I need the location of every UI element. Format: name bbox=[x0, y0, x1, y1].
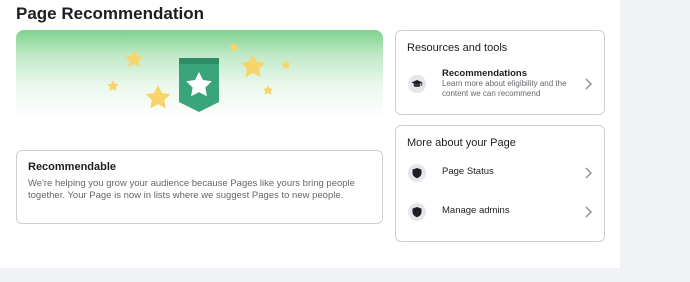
more-about-page-card: More about your Page Page Status Manage … bbox=[395, 125, 605, 242]
shield-icon bbox=[408, 203, 426, 221]
resources-card: Resources and tools Recommendations Lear… bbox=[395, 30, 605, 115]
chevron-right-icon bbox=[585, 167, 592, 179]
star-icon bbox=[107, 80, 119, 91]
hero-illustration bbox=[107, 42, 291, 112]
status-title: Recommendable bbox=[28, 161, 117, 173]
status-description: We're helping you grow your audience bec… bbox=[28, 178, 355, 201]
resources-heading: Resources and tools bbox=[407, 42, 508, 54]
more-heading: More about your Page bbox=[407, 137, 516, 149]
star-icon bbox=[281, 60, 291, 70]
graduation-cap-icon bbox=[408, 75, 426, 93]
chevron-right-icon bbox=[585, 78, 592, 90]
star-icon bbox=[125, 50, 143, 67]
badge-icon bbox=[179, 58, 219, 112]
chevron-right-icon bbox=[585, 206, 592, 218]
manage-admins-label: Manage admins bbox=[442, 205, 510, 216]
page-status-label: Page Status bbox=[442, 166, 494, 177]
shield-icon bbox=[408, 164, 426, 182]
recommendable-status-card: Recommendable We're helping you grow you… bbox=[16, 150, 383, 224]
star-icon bbox=[228, 42, 240, 52]
recommendations-label: Recommendations bbox=[442, 68, 527, 79]
recommendations-sublabel: Learn more about eligibility and the con… bbox=[442, 79, 567, 98]
hero-banner bbox=[16, 30, 383, 128]
manage-admins-link[interactable]: Manage admins bbox=[402, 195, 598, 229]
page-title: Page Recommendation bbox=[16, 4, 204, 23]
recommendations-link[interactable]: Recommendations Learn more about eligibi… bbox=[402, 67, 598, 101]
star-icon bbox=[145, 85, 171, 109]
star-icon bbox=[240, 54, 266, 78]
star-icon bbox=[262, 85, 274, 95]
main-panel: Page Recommendation Recommendable We're … bbox=[0, 0, 620, 268]
page-status-link[interactable]: Page Status bbox=[402, 156, 598, 190]
